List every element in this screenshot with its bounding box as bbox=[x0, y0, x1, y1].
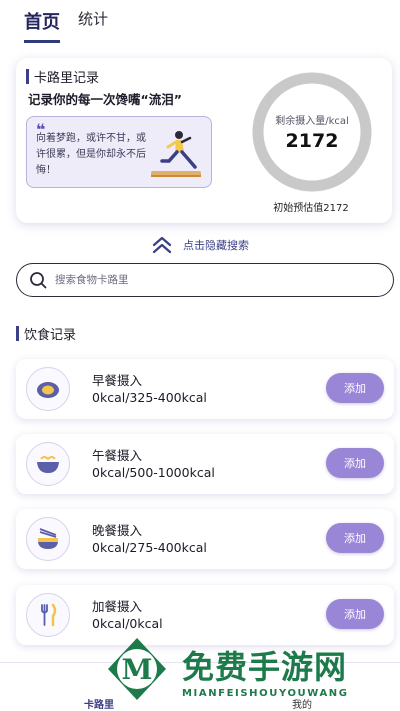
tab-statistics[interactable]: 统计 bbox=[78, 8, 108, 43]
meal-kcal: 0kcal/0kcal bbox=[92, 616, 163, 631]
heading-accent-bar bbox=[16, 326, 19, 341]
watermark-logo-icon: M bbox=[108, 638, 166, 700]
remaining-calorie-ring: 剩余摄入量/kcal 2172 bbox=[248, 68, 376, 196]
egg-icon bbox=[26, 367, 70, 411]
hide-search-toggle[interactable]: 点击隐藏搜索 bbox=[0, 236, 400, 254]
search-input[interactable] bbox=[55, 274, 355, 286]
meal-card-lunch: 午餐摄入 0kcal/500-1000kcal 添加 bbox=[16, 434, 394, 494]
meal-card-dinner: 晚餐摄入 0kcal/275-400kcal 添加 bbox=[16, 509, 394, 569]
slogan-text: 记录你的每一次馋嘴“流泪” bbox=[28, 92, 182, 107]
remaining-intake-label: 剩余摄入量/kcal bbox=[275, 116, 349, 127]
add-snack-button[interactable]: 添加 bbox=[326, 599, 384, 629]
runner-illustration-icon bbox=[151, 131, 201, 177]
watermark-text: 免费手游网 bbox=[182, 648, 348, 686]
meal-kcal: 0kcal/275-400kcal bbox=[92, 540, 207, 555]
heading-accent-bar bbox=[26, 69, 29, 84]
noodle-bowl-icon bbox=[26, 442, 70, 486]
motivation-quote: 向着梦跑，或许不甘，或许很累，但是你却永不后悔！ bbox=[36, 133, 146, 176]
rice-bowl-icon bbox=[26, 517, 70, 561]
initial-estimate-text: 初始预估值2172 bbox=[273, 203, 349, 214]
diet-record-heading: 饮食记录 bbox=[16, 324, 76, 343]
diet-record-title: 饮食记录 bbox=[24, 328, 77, 343]
add-lunch-button[interactable]: 添加 bbox=[326, 448, 384, 478]
meal-name: 午餐摄入 bbox=[92, 448, 143, 463]
motivation-quote-box: ❝ 向着梦跑，或许不甘，或许很累，但是你却永不后悔！ bbox=[26, 116, 212, 188]
meal-name: 加餐摄入 bbox=[92, 599, 143, 614]
site-watermark: M 免费手游网 MIANFEISHOUYOUWANG bbox=[104, 636, 400, 711]
fork-knife-icon bbox=[26, 593, 70, 637]
meal-kcal: 0kcal/500-1000kcal bbox=[92, 465, 215, 480]
tab-home[interactable]: 首页 bbox=[24, 8, 60, 43]
watermark-subtext: MIANFEISHOUYOUWANG bbox=[182, 688, 349, 699]
calorie-record-heading: 卡路里记录 bbox=[26, 67, 99, 86]
add-breakfast-button[interactable]: 添加 bbox=[326, 373, 384, 403]
remaining-intake-value: 2172 bbox=[285, 130, 339, 152]
meal-card-breakfast: 早餐摄入 0kcal/325-400kcal 添加 bbox=[16, 359, 394, 419]
calorie-record-title: 卡路里记录 bbox=[34, 71, 100, 86]
double-chevron-up-icon bbox=[152, 236, 172, 254]
svg-text:M: M bbox=[122, 653, 153, 686]
add-dinner-button[interactable]: 添加 bbox=[326, 523, 384, 553]
meal-name: 早餐摄入 bbox=[92, 373, 143, 388]
top-tabs: 首页 统计 bbox=[24, 8, 108, 43]
calorie-summary-card: 卡路里记录 记录你的每一次馋嘴“流泪” ❝ 向着梦跑，或许不甘，或许很累，但是你… bbox=[16, 58, 392, 223]
meal-kcal: 0kcal/325-400kcal bbox=[92, 390, 207, 405]
search-bar[interactable] bbox=[16, 263, 394, 297]
hide-search-label: 点击隐藏搜索 bbox=[183, 239, 249, 252]
meal-name: 晚餐摄入 bbox=[92, 523, 143, 538]
search-icon bbox=[30, 272, 47, 289]
